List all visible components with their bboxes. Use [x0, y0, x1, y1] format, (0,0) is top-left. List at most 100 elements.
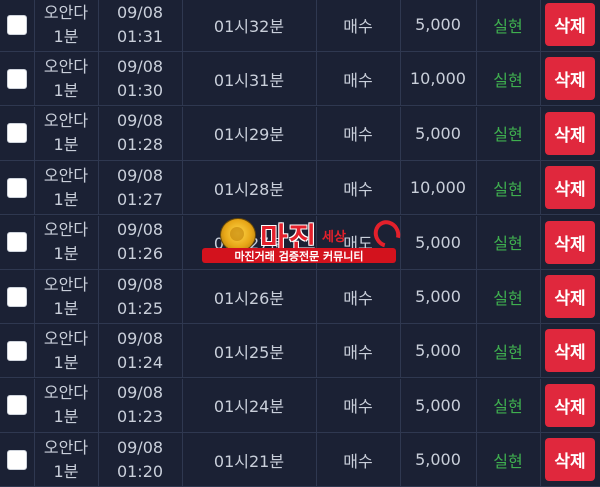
- delete-button[interactable]: 삭제: [545, 275, 595, 318]
- pick-cell: 매수: [343, 125, 373, 145]
- column-divider: [182, 52, 183, 106]
- game-cell: 오안다 1분: [34, 0, 98, 51]
- delete-cell: 삭제: [540, 433, 600, 486]
- game-name: 오안다: [43, 328, 89, 348]
- bet-time: 01:30: [116, 80, 164, 100]
- row-checkbox[interactable]: [7, 177, 27, 198]
- datetime-cell: 09/08 01:24: [98, 324, 182, 377]
- game-interval: 1분: [53, 135, 79, 155]
- column-divider: [98, 378, 99, 432]
- row-checkbox[interactable]: [7, 14, 27, 35]
- amount-cell: 5,000: [415, 287, 461, 306]
- column-divider: [182, 161, 183, 215]
- bet-date: 09/08: [116, 111, 164, 131]
- bet-date: 09/08: [116, 2, 164, 22]
- delete-button[interactable]: 삭제: [545, 3, 595, 46]
- row-checkbox[interactable]: [7, 286, 27, 307]
- game-cell: 오안다 1분: [34, 270, 98, 323]
- delete-button[interactable]: 삭제: [545, 166, 595, 210]
- column-divider: [476, 433, 477, 487]
- column-divider: [400, 106, 401, 160]
- bet-time: 01:27: [116, 189, 164, 209]
- pick-cell: 매수: [343, 179, 373, 199]
- bet-time: 01:23: [116, 407, 164, 427]
- column-divider: [400, 0, 401, 51]
- game-name: 오안다: [43, 220, 89, 240]
- table-row: 오안다 1분 09/08 01:27 01시28분 매수 10,000 실현 삭제: [0, 161, 600, 216]
- status-cell: 실현: [493, 179, 523, 199]
- table-row: 오안다 1분 09/08 01:24 01시25분 매수 5,000 실현 삭제: [0, 324, 600, 379]
- row-checkbox-cell: [0, 216, 34, 269]
- game-interval: 1분: [53, 80, 79, 100]
- round-cell: 01시29분: [213, 125, 285, 145]
- row-checkbox[interactable]: [7, 340, 27, 361]
- column-divider: [400, 161, 401, 215]
- column-divider: [98, 270, 99, 323]
- table-row: 오안다 1분 09/08 01:28 01시29분 매수 5,000 실현 삭제: [0, 106, 600, 161]
- row-checkbox-cell: [0, 324, 34, 377]
- delete-button[interactable]: 삭제: [545, 329, 595, 373]
- row-checkbox[interactable]: [7, 449, 27, 470]
- row-checkbox[interactable]: [7, 123, 27, 144]
- bet-time: 01:24: [116, 352, 164, 372]
- delete-cell: 삭제: [540, 379, 600, 432]
- row-checkbox[interactable]: [7, 232, 27, 253]
- round-cell: 01시28분: [213, 179, 285, 199]
- watermark-suffix: 세상: [322, 230, 346, 245]
- bet-date: 09/08: [116, 383, 164, 403]
- row-checkbox[interactable]: [7, 395, 27, 416]
- row-checkbox-cell: [0, 270, 34, 323]
- datetime-cell: 09/08 01:26: [98, 216, 182, 269]
- round-cell: 01시25분: [213, 342, 285, 362]
- watermark-logo: 마진 세상 마진거래 검증전문 커뮤니티: [198, 215, 408, 268]
- column-divider: [98, 324, 99, 378]
- column-divider: [476, 324, 477, 378]
- game-interval: 1분: [53, 26, 79, 46]
- column-divider: [34, 433, 35, 487]
- column-divider: [316, 433, 317, 487]
- status-cell: 실현: [493, 234, 523, 254]
- row-checkbox-cell: [0, 0, 34, 51]
- row-checkbox-cell: [0, 379, 34, 432]
- table-row: 오안다 1분 09/08 01:20 01시21분 매수 5,000 실현 삭제: [0, 433, 600, 487]
- game-name: 오안다: [43, 437, 89, 457]
- round-cell: 01시21분: [213, 451, 285, 471]
- pick-cell: 매수: [343, 70, 373, 90]
- column-divider: [316, 378, 317, 432]
- table-row: 오안다 1분 09/08 01:25 01시26분 매수 5,000 실현 삭제: [0, 270, 600, 324]
- column-divider: [34, 106, 35, 160]
- game-cell: 오안다 1분: [34, 433, 98, 486]
- column-divider: [182, 215, 183, 269]
- column-divider: [476, 378, 477, 432]
- amount-cell: 5,000: [415, 450, 461, 470]
- row-checkbox-cell: [0, 433, 34, 486]
- bet-date: 09/08: [116, 56, 164, 76]
- status-cell: 실현: [493, 342, 523, 362]
- status-cell: 실현: [493, 125, 523, 145]
- datetime-cell: 09/08 01:31: [98, 0, 182, 51]
- column-divider: [182, 433, 183, 487]
- delete-button[interactable]: 삭제: [545, 57, 595, 101]
- delete-button[interactable]: 삭제: [545, 383, 595, 427]
- amount-cell: 5,000: [415, 232, 461, 252]
- game-interval: 1분: [53, 244, 79, 264]
- game-cell: 오안다 1분: [34, 216, 98, 269]
- row-checkbox[interactable]: [7, 68, 27, 89]
- pick-cell: 매수: [343, 451, 373, 471]
- pick-cell: 매수: [343, 397, 373, 417]
- column-divider: [316, 106, 317, 160]
- delete-button[interactable]: 삭제: [545, 220, 595, 264]
- game-name: 오안다: [43, 165, 89, 185]
- delete-button[interactable]: 삭제: [545, 111, 595, 155]
- delete-button[interactable]: 삭제: [545, 438, 595, 482]
- datetime-cell: 09/08 01:25: [98, 270, 182, 323]
- datetime-cell: 09/08 01:27: [98, 161, 182, 214]
- column-divider: [98, 106, 99, 160]
- column-divider: [400, 270, 401, 323]
- game-interval: 1분: [53, 298, 79, 318]
- game-interval: 1분: [53, 352, 79, 372]
- column-divider: [540, 161, 541, 215]
- game-name: 오안다: [43, 56, 89, 76]
- amount-cell: 5,000: [415, 123, 461, 143]
- bet-time: 01:25: [116, 298, 164, 318]
